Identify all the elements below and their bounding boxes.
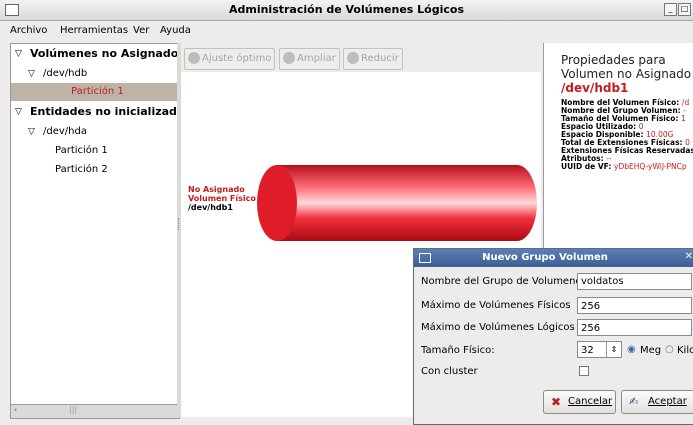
- zoom-out-label: Reducir: [361, 53, 399, 64]
- radio-meg-icon[interactable]: ◉: [627, 344, 636, 355]
- tree-horizontal-scrollbar[interactable]: ‹ |||: [10, 404, 180, 419]
- cylinder-end[interactable]: [257, 165, 297, 241]
- optimal-fit-label: Ajuste óptimo: [202, 53, 272, 64]
- cancel-label: Cancelar: [568, 396, 613, 407]
- tree-label: /dev/hda: [43, 126, 87, 137]
- spinner-arrows-icon[interactable]: ⇕: [606, 342, 621, 357]
- tree-label: Partición 2: [55, 164, 108, 175]
- cluster-label: Con cluster: [421, 366, 478, 377]
- max-lv-label: Máximo de Volúmenes Lógicos: [421, 322, 575, 333]
- scroll-left-icon[interactable]: ‹: [14, 405, 17, 414]
- accept-label: Aceptar: [648, 396, 687, 407]
- properties-device: /dev/hdb1: [561, 81, 629, 95]
- pe-size-label: Tamaño Físico:: [421, 345, 495, 356]
- pe-size-combo[interactable]: 32 ⇕: [577, 341, 622, 358]
- expander-icon[interactable]: ▽: [28, 122, 35, 142]
- tree-item-uninitialized[interactable]: ▽ Entidades no inicializada: [11, 102, 177, 122]
- minimize-icon[interactable]: _: [664, 3, 677, 16]
- menu-archivo[interactable]: Archivo: [10, 25, 47, 36]
- tree-label: Partición 1: [71, 86, 124, 97]
- properties-heading-2: Volumen no Asignado: [561, 67, 692, 81]
- vg-name-input[interactable]: [577, 273, 692, 290]
- max-pv-label: Máximo de Volúmenes Físicos: [421, 300, 571, 311]
- accept-button[interactable]: ✍ Aceptar: [621, 390, 693, 414]
- maximize-icon[interactable]: □: [678, 3, 691, 16]
- optimal-fit-button[interactable]: Ajuste óptimo: [184, 48, 276, 70]
- window-title: Administración de Volúmenes Lógicos: [228, 3, 465, 16]
- menu-ayuda[interactable]: Ayuda: [160, 25, 191, 36]
- menu-ver[interactable]: Ver: [133, 25, 149, 36]
- dialog-close-icon[interactable]: ✕: [685, 251, 693, 262]
- vg-name-label: Nombre del Grupo de Volumenes: [421, 276, 587, 287]
- zoom-in-icon: [283, 52, 295, 64]
- cancel-icon: ✖: [551, 395, 562, 409]
- tree-item-hdb[interactable]: ▽ /dev/hdb: [11, 64, 177, 84]
- tree-item-hda-part2[interactable]: Partición 2: [11, 160, 177, 180]
- radio-kilo-icon[interactable]: ○: [665, 344, 674, 355]
- expander-icon[interactable]: ▽: [15, 102, 22, 122]
- pe-size-value: 32: [581, 345, 594, 356]
- prop-pv-uuid: UUID de VF: yDbEHQ-yWiJ-PNCp: [561, 162, 687, 171]
- tree-item-hda-part1[interactable]: Partición 1: [11, 141, 177, 161]
- zoom-fit-icon: [188, 52, 200, 64]
- tree-label: Partición 1: [55, 145, 108, 156]
- scroll-grip-icon[interactable]: |||: [69, 405, 77, 414]
- cluster-checkbox[interactable]: [579, 366, 589, 376]
- properties-heading-1: Propiedades para: [561, 53, 666, 67]
- zoom-out-button[interactable]: Reducir: [343, 48, 403, 70]
- tree-item-hda[interactable]: ▽ /dev/hda: [11, 122, 177, 142]
- menu-bar: Archivo Herramientas Ver Ayuda: [0, 21, 693, 41]
- tree-item-hdb-part1[interactable]: Partición 1: [11, 83, 177, 101]
- tree-label: /dev/hdb: [43, 68, 88, 79]
- new-volume-group-dialog: Nuevo Grupo Volumen ✕ Nombre del Grupo d…: [413, 248, 693, 425]
- expander-icon[interactable]: ▽: [28, 64, 35, 84]
- tree-label: Volúmenes no Asignados: [30, 47, 178, 60]
- expander-icon[interactable]: ▽: [15, 44, 22, 64]
- max-lv-input[interactable]: 256: [577, 319, 692, 336]
- volume-tree: ▽ Volúmenes no Asignados ▽ /dev/hdb Part…: [10, 43, 178, 407]
- accept-icon: ✍: [629, 395, 639, 408]
- tree-item-unassigned[interactable]: ▽ Volúmenes no Asignados: [11, 44, 177, 64]
- cylinder-body[interactable]: [277, 165, 537, 241]
- dialog-title-bar: Nuevo Grupo Volumen ✕: [414, 249, 693, 267]
- radio-meg-label: Meg: [640, 345, 662, 356]
- title-bar: Administración de Volúmenes Lógicos _ □: [0, 0, 693, 21]
- tree-label: Entidades no inicializada: [30, 105, 178, 118]
- dialog-title: Nuevo Grupo Volumen: [482, 252, 608, 263]
- menu-herramientas[interactable]: Herramientas: [60, 25, 128, 36]
- radio-kilo-label: Kilo: [677, 345, 693, 356]
- zoom-in-button[interactable]: Ampliar: [279, 48, 340, 70]
- cancel-button[interactable]: ✖ Cancelar: [543, 390, 616, 414]
- zoom-in-label: Ampliar: [297, 53, 336, 64]
- zoom-out-icon: [347, 52, 359, 64]
- max-pv-input[interactable]: 256: [577, 297, 692, 314]
